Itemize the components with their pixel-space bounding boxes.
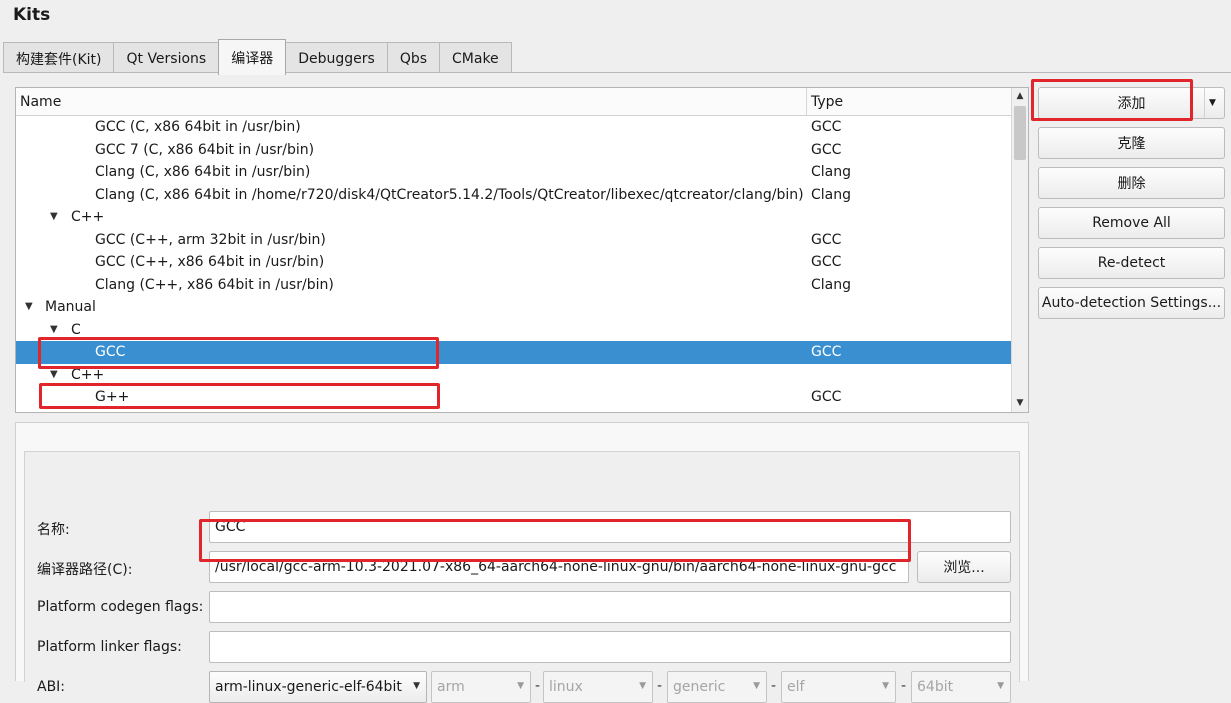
platform-linker-flags-label: Platform linker flags: — [37, 639, 182, 655]
chevron-down-icon: ▼ — [882, 681, 889, 691]
tree-row[interactable]: G++ GCC — [16, 386, 1012, 409]
tree-row-name: GCC (C++, x86 64bit in /usr/bin) — [95, 254, 325, 270]
tree-scrollbar[interactable]: ▲ ▼ — [1011, 88, 1028, 412]
tree-row-name: G++ — [95, 389, 130, 405]
tab-qbs[interactable]: Qbs — [386, 42, 441, 75]
browse-button[interactable]: 浏览... — [917, 551, 1011, 583]
tree-row[interactable]: Clang (C, x86 64bit in /usr/bin) Clang — [16, 161, 1012, 184]
abi-arch-value: arm — [437, 679, 465, 695]
tab-compilers[interactable]: 编译器 — [218, 39, 287, 75]
tree-row-name: C — [71, 321, 81, 338]
tree-row[interactable]: GCC (C++, x86 64bit in /usr/bin) GCC — [16, 251, 1012, 274]
abi-separator: - — [535, 678, 541, 694]
tree-row-type: Clang — [811, 276, 852, 293]
abi-os-value: linux — [549, 679, 583, 695]
tree-row-group[interactable]: ▼ C++ — [16, 206, 1012, 229]
abi-separator: - — [901, 678, 907, 694]
tree-row-type: GCC — [811, 344, 842, 360]
scroll-up-icon[interactable]: ▲ — [1012, 88, 1028, 105]
delete-button[interactable]: 删除 — [1038, 167, 1225, 199]
tree-row-name: GCC 7 (C, x86 64bit in /usr/bin) — [95, 141, 315, 158]
expand-arrow-icon[interactable]: ▼ — [25, 298, 33, 316]
abi-width-value: 64bit — [917, 679, 954, 695]
tree-row-name: Clang (C++, x86 64bit in /usr/bin) — [95, 276, 334, 293]
abi-arch-select[interactable]: arm ▼ — [431, 671, 531, 703]
tree-row-type: Clang — [811, 164, 852, 180]
tree-row[interactable]: Clang (C++, x86 64bit in /usr/bin) Clang — [16, 274, 1012, 297]
abi-separator: - — [771, 678, 777, 694]
tree-row-type: Clang — [811, 186, 852, 203]
abi-separator: - — [657, 678, 663, 694]
abi-width-select[interactable]: 64bit ▼ — [911, 671, 1011, 703]
tree-row-name: GCC — [95, 344, 126, 360]
compiler-details-panel: 名称: GCC 编译器路径(C): /usr/local/gcc-arm-10.… — [15, 422, 1029, 703]
chevron-down-icon: ▼ — [639, 681, 646, 691]
tab-kits[interactable]: 构建套件(Kit) — [3, 42, 115, 75]
abi-select-value: arm-linux-generic-elf-64bit — [215, 679, 402, 695]
compiler-tree[interactable]: Name Type GCC (C, x86 64bit in /usr/bin)… — [15, 87, 1029, 413]
tree-row[interactable]: Clang (C, x86 64bit in /home/r720/disk4/… — [16, 184, 1012, 207]
expand-arrow-icon[interactable]: ▼ — [50, 366, 58, 384]
tree-row-name: Manual — [45, 299, 96, 315]
abi-os-select[interactable]: linux ▼ — [543, 671, 653, 703]
add-button[interactable]: 添加 ▼ — [1038, 87, 1225, 119]
platform-codegen-flags-label: Platform codegen flags: — [37, 599, 204, 615]
clone-button[interactable]: 克隆 — [1038, 127, 1225, 159]
tree-row-type: GCC — [811, 254, 842, 270]
expand-arrow-icon[interactable]: ▼ — [50, 321, 58, 339]
tree-row[interactable]: GCC (C, x86 64bit in /usr/bin) GCC — [16, 116, 1012, 139]
chevron-down-icon: ▼ — [753, 681, 760, 691]
abi-format-select[interactable]: elf ▼ — [781, 671, 896, 703]
tab-cmake[interactable]: CMake — [439, 42, 512, 75]
tab-debuggers[interactable]: Debuggers — [285, 42, 388, 75]
tree-row[interactable]: GCC 7 (C, x86 64bit in /usr/bin) GCC — [16, 139, 1012, 162]
tree-row-selected[interactable]: GCC GCC — [16, 341, 1012, 364]
tree-row-name: Clang (C, x86 64bit in /usr/bin) — [95, 164, 311, 180]
column-header-name[interactable]: Name — [16, 88, 807, 115]
tree-row-name: C++ — [71, 209, 105, 225]
name-label: 名称: — [37, 522, 70, 538]
tree-row[interactable]: GCC (C++, arm 32bit in /usr/bin) GCC — [16, 229, 1012, 252]
tree-header: Name Type — [16, 88, 1028, 116]
tab-qt-versions[interactable]: Qt Versions — [113, 42, 220, 75]
compiler-details-form: 名称: GCC 编译器路径(C): /usr/local/gcc-arm-10.… — [24, 451, 1020, 703]
auto-detection-settings-button[interactable]: Auto-detection Settings... — [1038, 287, 1225, 319]
tree-row-group[interactable]: ▼ Manual — [16, 296, 1012, 319]
tree-rows: GCC (C, x86 64bit in /usr/bin) GCC GCC 7 … — [16, 116, 1012, 409]
tree-row-group[interactable]: ▼ C++ — [16, 364, 1012, 387]
tree-row-name: C++ — [71, 366, 105, 383]
chevron-down-icon: ▼ — [517, 681, 524, 691]
chevron-down-icon: ▼ — [997, 681, 1004, 691]
tree-row-type: GCC — [811, 141, 842, 158]
tree-row-group[interactable]: ▼ C — [16, 319, 1012, 342]
platform-linker-flags-field[interactable] — [209, 631, 1011, 663]
tree-row-name: Clang (C, x86 64bit in /home/r720/disk4/… — [95, 186, 804, 203]
remove-all-button[interactable]: Remove All — [1038, 207, 1225, 239]
tree-row-name: GCC (C++, arm 32bit in /usr/bin) — [95, 231, 326, 248]
column-header-type[interactable]: Type — [807, 88, 1012, 115]
tree-row-name: GCC (C, x86 64bit in /usr/bin) — [95, 119, 301, 135]
platform-codegen-flags-field[interactable] — [209, 591, 1011, 623]
chevron-down-icon: ▼ — [413, 681, 420, 691]
tree-row-type: GCC — [811, 119, 842, 135]
compiler-path-field[interactable]: /usr/local/gcc-arm-10.3-2021.07-x86_64-a… — [209, 551, 909, 583]
action-buttons: 添加 ▼ 克隆 删除 Remove All Re-detect Auto-dete… — [1038, 87, 1225, 327]
tree-row-type: GCC — [811, 389, 842, 405]
abi-label: ABI: — [37, 679, 66, 695]
redetect-button[interactable]: Re-detect — [1038, 247, 1225, 279]
page-title: Kits — [13, 5, 51, 25]
tree-row-type: GCC — [811, 231, 842, 248]
name-field[interactable]: GCC — [209, 511, 1011, 543]
compiler-path-label: 编译器路径(C): — [37, 562, 133, 578]
scroll-down-icon[interactable]: ▼ — [1012, 395, 1028, 412]
abi-flavor-value: generic — [673, 679, 726, 695]
expand-arrow-icon[interactable]: ▼ — [50, 208, 58, 226]
tab-bar: 构建套件(Kit) Qt Versions 编译器 Debuggers Qbs … — [3, 39, 512, 75]
scrollbar-thumb[interactable] — [1014, 106, 1026, 160]
chevron-down-icon[interactable]: ▼ — [1204, 88, 1220, 118]
abi-flavor-select[interactable]: generic ▼ — [667, 671, 767, 703]
abi-format-value: elf — [787, 679, 805, 695]
abi-select[interactable]: arm-linux-generic-elf-64bit ▼ — [209, 671, 427, 703]
add-button-label: 添加 — [1117, 96, 1146, 112]
